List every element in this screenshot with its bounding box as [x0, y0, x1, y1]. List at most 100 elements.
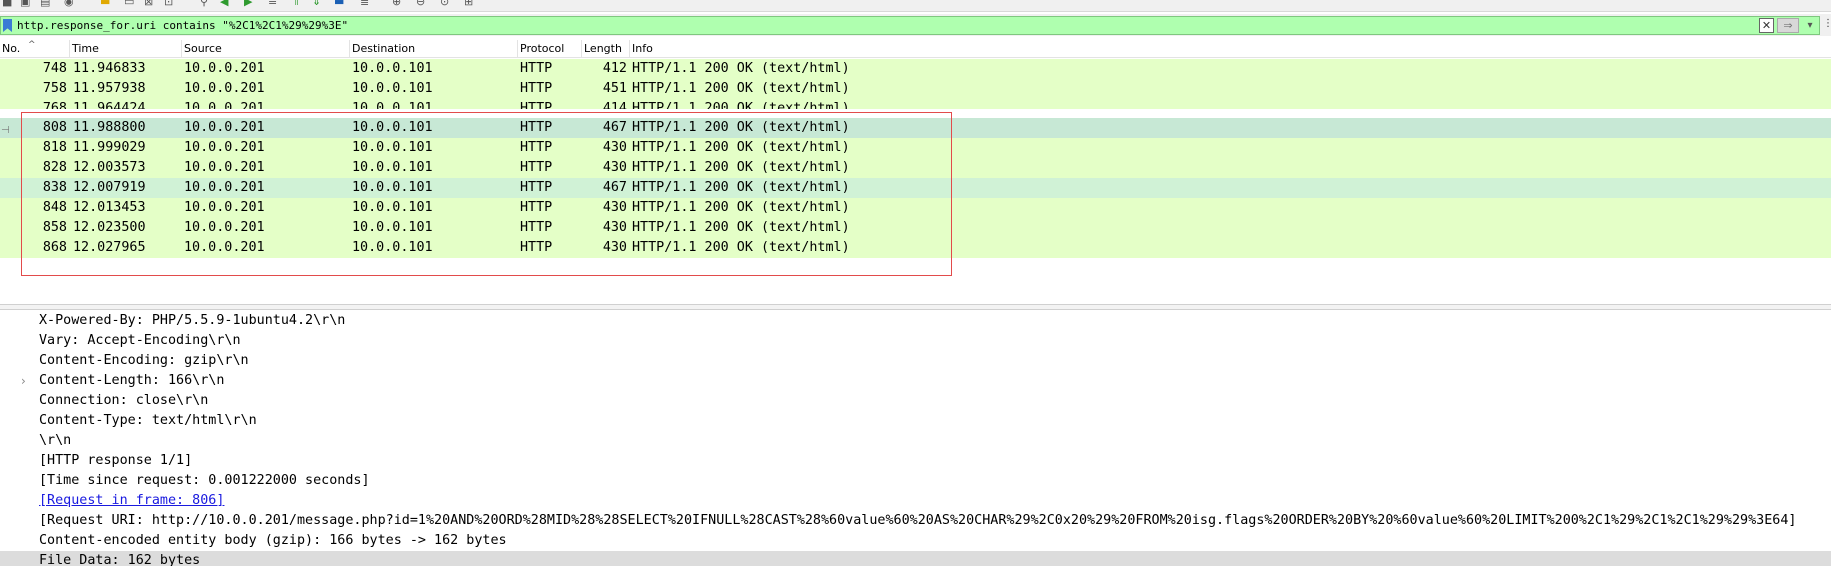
detail-content-type[interactable]: Content-Type: text/html\r\n — [0, 411, 1831, 431]
column-header-time[interactable]: Time — [70, 40, 182, 58]
filter-history-dropdown-icon[interactable]: ▾ — [1803, 18, 1817, 33]
packet-row[interactable]: 768 11.964424 10.0.0.201 10.0.0.101 HTTP… — [0, 99, 1831, 109]
autoscroll-icon[interactable]: ▬ — [334, 0, 344, 9]
packet-row[interactable]: 828 12.003573 10.0.0.201 10.0.0.101 HTTP… — [0, 158, 1831, 178]
bookmark-icon[interactable] — [3, 19, 12, 32]
column-header-source[interactable]: Source — [182, 40, 350, 58]
packet-number: 848 — [42, 200, 67, 215]
detail-vary[interactable]: Vary: Accept-Encoding\r\n — [0, 331, 1831, 351]
detail-text: [Request URI: http://10.0.0.201/message.… — [39, 513, 1797, 528]
detail-text: [Time since request: 0.001222000 seconds… — [39, 473, 370, 488]
packet-destination: 10.0.0.101 — [352, 220, 433, 235]
detail-request-uri[interactable]: [Request URI: http://10.0.0.201/message.… — [0, 511, 1831, 531]
packet-details-tree[interactable]: X-Powered-By: PHP/5.5.9-1ubuntu4.2\r\n V… — [0, 311, 1831, 566]
column-header-protocol[interactable]: Protocol — [518, 40, 582, 58]
packet-time: 12.003573 — [73, 160, 146, 175]
detail-crlf[interactable]: \r\n — [0, 431, 1831, 451]
detail-content-encoded-body[interactable]: Content-encoded entity body (gzip): 166 … — [0, 531, 1831, 551]
packet-length: 430 — [602, 220, 627, 235]
packet-info: HTTP/1.1 200 OK (text/html) — [632, 200, 850, 215]
resize-columns-icon[interactable]: ⊞ — [464, 0, 473, 9]
save-icon[interactable]: ▣ — [20, 0, 30, 9]
apply-filter-icon[interactable]: ⇒ — [1777, 18, 1799, 33]
packet-info: HTTP/1.1 200 OK (text/html) — [632, 120, 850, 135]
find-icon[interactable]: ⚲ — [200, 0, 208, 9]
packet-list[interactable]: 748 11.946833 10.0.0.201 10.0.0.101 HTTP… — [0, 59, 1831, 259]
detail-connection[interactable]: Connection: close\r\n — [0, 391, 1831, 411]
packet-row-selected[interactable]: ⊣ 808 11.988800 10.0.0.201 10.0.0.101 HT… — [0, 118, 1831, 138]
go-forward-icon[interactable]: ▶ — [244, 0, 252, 9]
pane-splitter[interactable] — [0, 304, 1831, 310]
packet-source: 10.0.0.201 — [184, 160, 265, 175]
packet-destination: 10.0.0.101 — [352, 200, 433, 215]
packet-length: 430 — [602, 200, 627, 215]
request-frame-link[interactable]: [Request in frame: 806] — [39, 493, 224, 508]
first-packet-icon[interactable]: ⇑ — [292, 0, 301, 9]
clear-filter-icon[interactable]: ✕ — [1759, 18, 1774, 33]
packet-protocol: HTTP — [520, 240, 553, 255]
packet-time: 11.964424 — [73, 101, 146, 109]
packet-destination: 10.0.0.101 — [352, 120, 433, 135]
zoom-in-icon[interactable]: ⊕ — [392, 0, 401, 9]
packet-destination: 10.0.0.101 — [352, 160, 433, 175]
packet-row[interactable]: 748 11.946833 10.0.0.201 10.0.0.101 HTTP… — [0, 59, 1831, 79]
detail-text: \r\n — [39, 433, 72, 448]
packet-source: 10.0.0.201 — [184, 101, 265, 109]
packet-row[interactable]: 848 12.013453 10.0.0.201 10.0.0.101 HTTP… — [0, 198, 1831, 218]
packet-protocol: HTTP — [520, 140, 553, 155]
filter-text[interactable]: http.response_for.uri contains "%2C1%2C1… — [17, 17, 348, 34]
folder-icon[interactable]: ▬ — [100, 0, 110, 9]
zoom-out-icon[interactable]: ⊖ — [416, 0, 425, 9]
filter-buttons-overflow-icon[interactable]: ⋮ — [1823, 18, 1831, 29]
last-packet-icon[interactable]: ⇓ — [312, 0, 321, 9]
detail-content-length[interactable]: › Content-Length: 166\r\n — [0, 371, 1831, 391]
packet-protocol: HTTP — [520, 220, 553, 235]
packet-row[interactable]: 758 11.957938 10.0.0.201 10.0.0.101 HTTP… — [0, 79, 1831, 99]
close-icon[interactable]: ⊠ — [144, 0, 153, 9]
close-file-icon[interactable]: ▤ — [40, 0, 50, 9]
reload-file-icon[interactable]: ⊡ — [164, 0, 173, 9]
detail-content-encoding[interactable]: Content-Encoding: gzip\r\n — [0, 351, 1831, 371]
packet-row[interactable]: 868 12.027965 10.0.0.201 10.0.0.101 HTTP… — [0, 238, 1831, 258]
detail-text: File Data: 162 bytes — [39, 553, 201, 566]
detail-text: Connection: close\r\n — [39, 393, 209, 408]
packet-info: HTTP/1.1 200 OK (text/html) — [632, 101, 850, 109]
reload-icon[interactable]: ◉ — [64, 0, 74, 9]
zoom-normal-icon[interactable]: ⊙ — [440, 0, 449, 9]
packet-length: 412 — [602, 61, 627, 76]
detail-text: [HTTP response 1/1] — [39, 453, 193, 468]
display-filter-input[interactable]: http.response_for.uri contains "%2C1%2C1… — [0, 16, 1820, 35]
packet-time: 11.988800 — [73, 120, 146, 135]
detail-time-since-request[interactable]: [Time since request: 0.001222000 seconds… — [0, 471, 1831, 491]
colorize-icon[interactable]: ≣ — [360, 0, 369, 9]
column-header-destination[interactable]: Destination — [350, 40, 518, 58]
expand-arrow-icon[interactable]: › — [21, 371, 26, 391]
stop-capture-icon[interactable]: ■ — [2, 0, 12, 9]
detail-request-in-frame-link[interactable]: [Request in frame: 806] — [0, 491, 1831, 511]
file-icon[interactable]: ▭ — [124, 0, 134, 9]
packet-row[interactable]: 838 12.007919 10.0.0.201 10.0.0.101 HTTP… — [0, 178, 1831, 198]
go-to-packet-icon[interactable]: ≡ — [268, 0, 277, 9]
packet-length: 467 — [602, 180, 627, 195]
packet-number: 748 — [42, 61, 67, 76]
packet-row[interactable]: 858 12.023500 10.0.0.201 10.0.0.101 HTTP… — [0, 218, 1831, 238]
main-toolbar: ■ ▣ ▤ ◉ ▬ ▭ ⊠ ⊡ ⚲ ◀ ▶ ≡ ⇑ ⇓ ▬ ≣ ⊕ ⊖ ⊙ ⊞ — [0, 0, 1831, 12]
packet-time: 12.013453 — [73, 200, 146, 215]
column-header-info[interactable]: Info — [630, 40, 1831, 58]
packet-number: 808 — [42, 120, 67, 135]
column-header-length[interactable]: Length — [582, 40, 630, 58]
packet-protocol: HTTP — [520, 180, 553, 195]
packet-source: 10.0.0.201 — [184, 81, 265, 96]
detail-http-response-count[interactable]: [HTTP response 1/1] — [0, 451, 1831, 471]
detail-x-powered-by[interactable]: X-Powered-By: PHP/5.5.9-1ubuntu4.2\r\n — [0, 311, 1831, 331]
detail-file-data[interactable]: File Data: 162 bytes — [0, 551, 1831, 566]
packet-list-header: No. ^ Time Source Destination Protocol L… — [0, 40, 1831, 58]
go-back-icon[interactable]: ◀ — [220, 0, 228, 9]
packet-info: HTTP/1.1 200 OK (text/html) — [632, 160, 850, 175]
packet-length: 430 — [602, 160, 627, 175]
detail-text: Content-Type: text/html\r\n — [39, 413, 257, 428]
detail-text: Content-Length: 166\r\n — [39, 373, 225, 388]
column-header-no[interactable]: No. ^ — [0, 40, 70, 58]
detail-text: Content-Encoding: gzip\r\n — [39, 353, 249, 368]
packet-row[interactable]: 818 11.999029 10.0.0.201 10.0.0.101 HTTP… — [0, 138, 1831, 158]
